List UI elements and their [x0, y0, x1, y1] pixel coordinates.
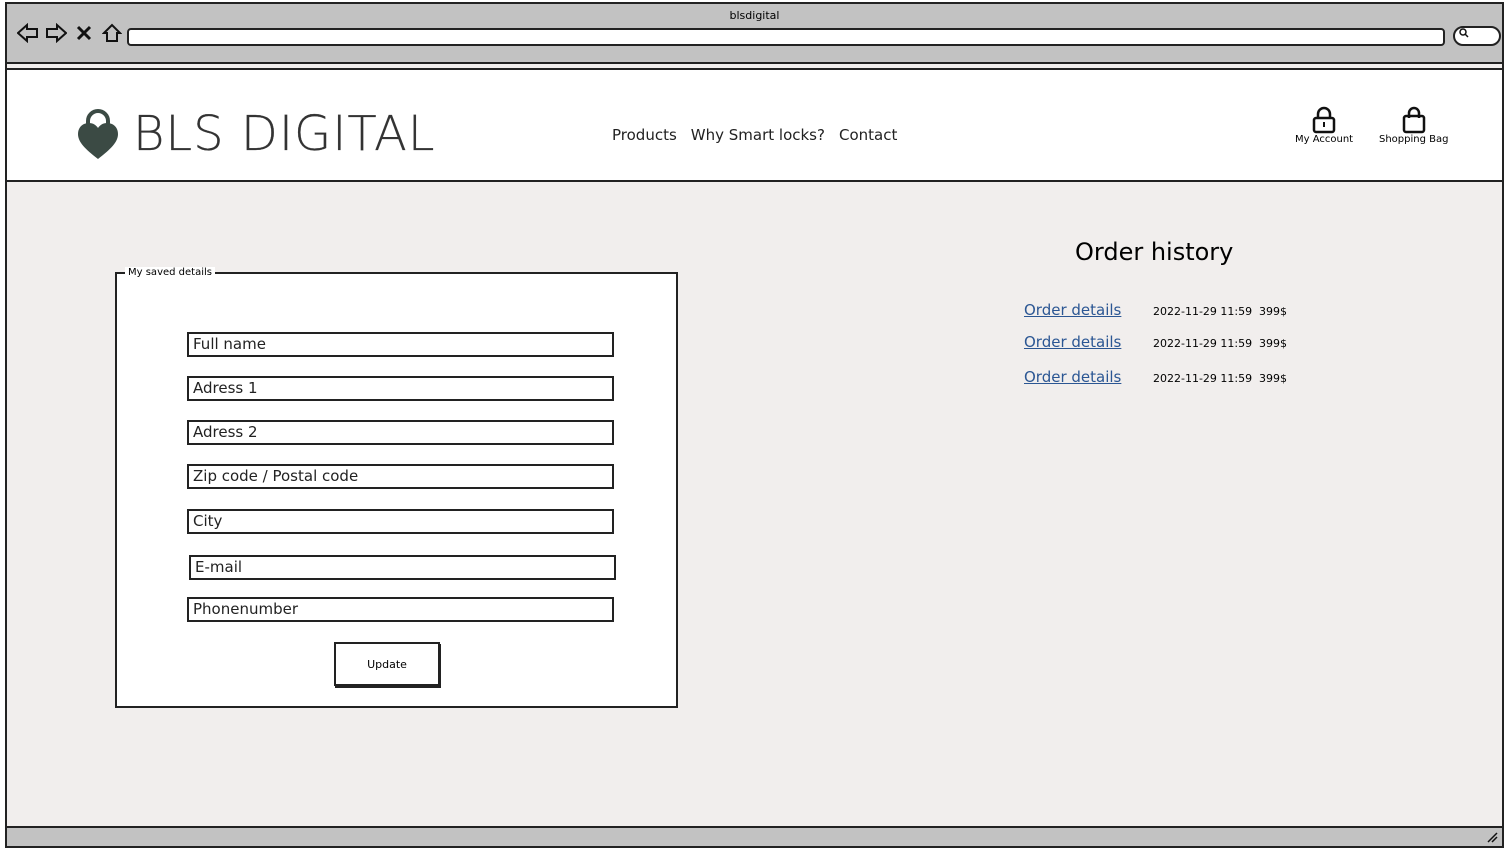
- browser-window: blsdigital BLS DIGITAL Products Why Smar…: [5, 2, 1504, 848]
- full-name-field[interactable]: Full name: [187, 332, 614, 357]
- order-price: 399$: [1259, 337, 1287, 350]
- shopping-bag-label: Shopping Bag: [1379, 134, 1449, 145]
- address-bar[interactable]: [127, 28, 1445, 46]
- resize-handle-icon[interactable]: [1486, 831, 1498, 846]
- update-button[interactable]: Update: [334, 642, 440, 686]
- order-details-link[interactable]: Order details: [1024, 301, 1153, 319]
- order-details-link[interactable]: Order details: [1024, 333, 1153, 351]
- nav-why-smart-locks[interactable]: Why Smart locks?: [691, 126, 825, 144]
- order-price: 399$: [1259, 305, 1287, 318]
- browser-nav: [17, 22, 123, 44]
- order-date: 2022-11-29 11:59: [1153, 337, 1253, 350]
- order-row: Order details 2022-11-29 11:59 399$: [1024, 333, 1287, 351]
- city-field[interactable]: City: [187, 509, 614, 534]
- order-history-title: Order history: [1075, 238, 1234, 266]
- browser-search-field[interactable]: [1453, 26, 1501, 46]
- site-logo[interactable]: BLS DIGITAL: [77, 106, 436, 162]
- shopping-bag-icon: [1402, 106, 1425, 134]
- heart-lock-icon: [78, 109, 118, 159]
- lock-icon: [1312, 106, 1336, 134]
- phone-number-field[interactable]: Phonenumber: [187, 597, 614, 622]
- shopping-bag-button[interactable]: Shopping Bag: [1379, 106, 1448, 145]
- site-header: BLS DIGITAL Products Why Smart locks? Co…: [7, 68, 1502, 182]
- browser-chrome: blsdigital: [7, 4, 1502, 64]
- zip-code-field[interactable]: Zip code / Postal code: [187, 464, 614, 489]
- order-details-link[interactable]: Order details: [1024, 368, 1153, 386]
- nav-contact[interactable]: Contact: [839, 126, 897, 144]
- saved-details-legend: My saved details: [125, 267, 215, 278]
- my-account-label: My Account: [1295, 134, 1354, 145]
- back-arrow-icon[interactable]: [17, 22, 39, 44]
- address-2-field[interactable]: Adress 2: [187, 420, 614, 445]
- order-row: Order details 2022-11-29 11:59 399$: [1024, 301, 1287, 319]
- nav-products[interactable]: Products: [612, 126, 677, 144]
- order-price: 399$: [1259, 372, 1287, 385]
- main-nav: Products Why Smart locks? Contact: [612, 126, 897, 144]
- search-icon: [1459, 28, 1469, 41]
- order-date: 2022-11-29 11:59: [1153, 305, 1253, 318]
- close-icon[interactable]: [73, 22, 95, 44]
- browser-title: blsdigital: [729, 9, 780, 22]
- home-icon[interactable]: [101, 22, 123, 44]
- order-date: 2022-11-29 11:59: [1153, 372, 1253, 385]
- forward-arrow-icon[interactable]: [45, 22, 67, 44]
- email-field[interactable]: E-mail: [189, 555, 616, 580]
- my-account-button[interactable]: My Account: [1295, 106, 1353, 145]
- browser-status-bar: [7, 826, 1502, 846]
- order-row: Order details 2022-11-29 11:59 399$: [1024, 368, 1287, 386]
- logo-text: BLS DIGITAL: [133, 106, 436, 162]
- address-1-field[interactable]: Adress 1: [187, 376, 614, 401]
